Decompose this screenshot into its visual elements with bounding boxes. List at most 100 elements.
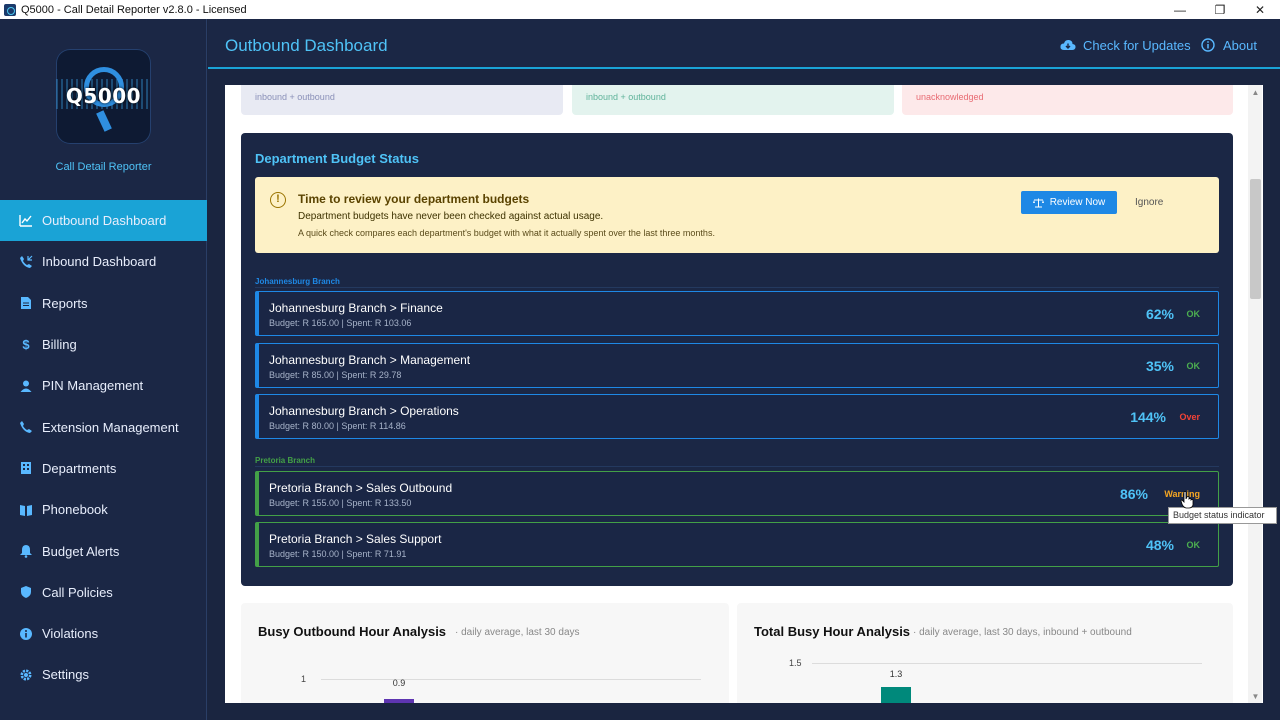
sidebar-item-departments[interactable]: Departments — [0, 448, 207, 489]
budget-panel-title: Department Budget Status — [255, 151, 419, 166]
sidebar-item-pin-management[interactable]: PIN Management — [0, 365, 207, 406]
branch-divider — [255, 466, 1219, 467]
check-updates-label: Check for Updates — [1083, 37, 1191, 53]
department-row-sales-support[interactable]: Pretoria Branch > Sales Support Budget: … — [255, 522, 1219, 567]
branch-heading-pretoria: Pretoria Branch — [255, 456, 316, 465]
stat-card-sub: inbound + outbound — [255, 92, 335, 102]
alert-detail: A quick check compares each department's… — [298, 228, 715, 238]
window-titlebar: Q5000 - Call Detail Reporter v2.8.0 - Li… — [0, 0, 1280, 19]
bar-data-label: 0.9 — [392, 678, 406, 688]
y-tick-label: 1.5 — [789, 658, 802, 668]
sidebar-item-label: PIN Management — [42, 378, 144, 394]
scrollbar-thumb[interactable] — [1250, 179, 1261, 299]
scroll-down-arrow[interactable]: ▼ — [1250, 692, 1261, 701]
app-subtitle: Call Detail Reporter — [55, 161, 152, 173]
info-icon — [18, 626, 34, 642]
logo-text: Q5000 — [65, 84, 142, 108]
sidebar-item-billing[interactable]: $ Billing — [0, 324, 207, 365]
department-percent: 144% — [1130, 409, 1166, 425]
content-scrollbar[interactable] — [1248, 85, 1262, 703]
branch-heading-johannesburg: Johannesburg Branch — [255, 277, 340, 286]
phone-icon — [18, 419, 34, 435]
phone-incoming-icon — [18, 254, 34, 270]
chart-bar — [384, 699, 414, 703]
maximize-button[interactable]: ❐ — [1200, 3, 1240, 17]
dollar-icon: $ — [22, 337, 30, 353]
stat-card-sub: unacknowledged — [916, 92, 984, 102]
sidebar-item-reports[interactable]: Reports — [0, 283, 207, 324]
chart-subtitle: · daily average, last 30 days, inbound +… — [913, 627, 1132, 638]
ignore-button[interactable]: Ignore — [1135, 197, 1163, 208]
sidebar-item-label: Inbound Dashboard — [42, 254, 157, 270]
sidebar-item-label: Phonebook — [42, 502, 108, 518]
logo-q-tail — [96, 110, 112, 132]
info-circle-icon — [1200, 37, 1216, 53]
sidebar-item-label: Violations — [42, 626, 99, 642]
sidebar-item-inbound-dashboard[interactable]: Inbound Dashboard — [0, 241, 207, 282]
department-name: Johannesburg Branch > Operations — [269, 404, 459, 418]
chart-title: Total Busy Hour Analysis — [754, 624, 911, 639]
q5000-logo: Q5000 — [56, 49, 151, 144]
document-icon — [18, 295, 34, 311]
department-percent: 62% — [1145, 306, 1174, 322]
sidebar-item-budget-alerts[interactable]: Budget Alerts — [0, 530, 207, 571]
branch-divider — [255, 287, 1219, 288]
sidebar-item-label: Budget Alerts — [42, 543, 120, 559]
stat-card-1: inbound + outbound — [241, 85, 563, 115]
stat-card-sub: inbound + outbound — [586, 92, 666, 102]
sidebar-item-label: Reports — [42, 295, 88, 311]
sidebar-item-outbound-dashboard[interactable]: Outbound Dashboard — [0, 200, 207, 242]
cloud-download-icon — [1060, 37, 1076, 53]
scroll-up-arrow[interactable]: ▲ — [1250, 88, 1261, 97]
building-icon — [18, 460, 34, 476]
about-link[interactable]: About — [1200, 37, 1257, 53]
department-row-finance[interactable]: Johannesburg Branch > Finance Budget: R … — [255, 291, 1219, 336]
department-row-management[interactable]: Johannesburg Branch > Management Budget:… — [255, 343, 1219, 388]
stat-card-2: inbound + outbound — [572, 85, 894, 115]
status-tooltip: Budget status indicator — [1168, 507, 1277, 524]
chart-line-icon — [18, 213, 34, 229]
close-button[interactable]: ✕ — [1240, 3, 1280, 17]
sidebar-item-extension-management[interactable]: Extension Management — [0, 406, 207, 447]
sidebar-item-label: Outbound Dashboard — [42, 213, 167, 229]
sidebar-item-violations[interactable]: Violations — [0, 613, 207, 654]
page-header: Outbound Dashboard Check for Updates Abo… — [208, 19, 1280, 69]
sidebar-item-settings[interactable]: Settings — [0, 654, 207, 695]
department-budget-detail: Budget: R 150.00 | Spent: R 71.91 — [269, 549, 407, 559]
department-row-sales-outbound[interactable]: Pretoria Branch > Sales Outbound Budget:… — [255, 471, 1219, 516]
alert-title: Time to review your department budgets — [298, 192, 530, 206]
alert-description: Department budgets have never been check… — [298, 211, 604, 222]
scale-icon — [1032, 198, 1044, 208]
sidebar-item-phonebook[interactable]: Phonebook — [0, 489, 207, 530]
busy-outbound-hour-card: Busy Outbound Hour Analysis · daily aver… — [241, 603, 729, 703]
main-content: inbound + outbound inbound + outbound un… — [225, 85, 1263, 703]
review-now-label: Review Now — [1049, 197, 1106, 208]
chart-bar — [881, 687, 911, 703]
department-percent: 86% — [1119, 486, 1148, 502]
warning-circle-icon: ! — [270, 192, 286, 208]
sidebar-item-call-policies[interactable]: Call Policies — [0, 572, 207, 613]
gridline — [321, 679, 701, 680]
sidebar-item-label: Settings — [42, 667, 89, 683]
status-badge: OK — [1186, 309, 1201, 319]
review-now-button[interactable]: Review Now — [1021, 191, 1117, 214]
sidebar-item-label: Call Policies — [42, 584, 113, 600]
budget-status-panel: Department Budget Status ! Time to revie… — [241, 133, 1233, 586]
hand-cursor-icon — [1180, 491, 1194, 509]
minimize-button[interactable]: — — [1160, 3, 1200, 17]
department-row-operations[interactable]: Johannesburg Branch > Operations Budget:… — [255, 394, 1219, 439]
page-title: Outbound Dashboard — [225, 36, 388, 55]
department-name: Pretoria Branch > Sales Outbound — [269, 481, 453, 495]
department-percent: 35% — [1145, 358, 1174, 374]
window-title: Q5000 - Call Detail Reporter v2.8.0 - Li… — [21, 3, 247, 16]
status-badge: OK — [1186, 540, 1201, 550]
app-icon — [4, 3, 16, 16]
gridline — [812, 663, 1202, 664]
budget-review-alert: ! Time to review your department budgets… — [255, 177, 1219, 253]
department-budget-detail: Budget: R 85.00 | Spent: R 29.78 — [269, 370, 402, 380]
status-badge: Over — [1179, 412, 1200, 422]
sidebar-item-label: Billing — [42, 337, 77, 353]
y-tick-label: 1 — [301, 674, 307, 684]
about-label: About — [1223, 37, 1257, 53]
check-updates-link[interactable]: Check for Updates — [1060, 37, 1191, 53]
